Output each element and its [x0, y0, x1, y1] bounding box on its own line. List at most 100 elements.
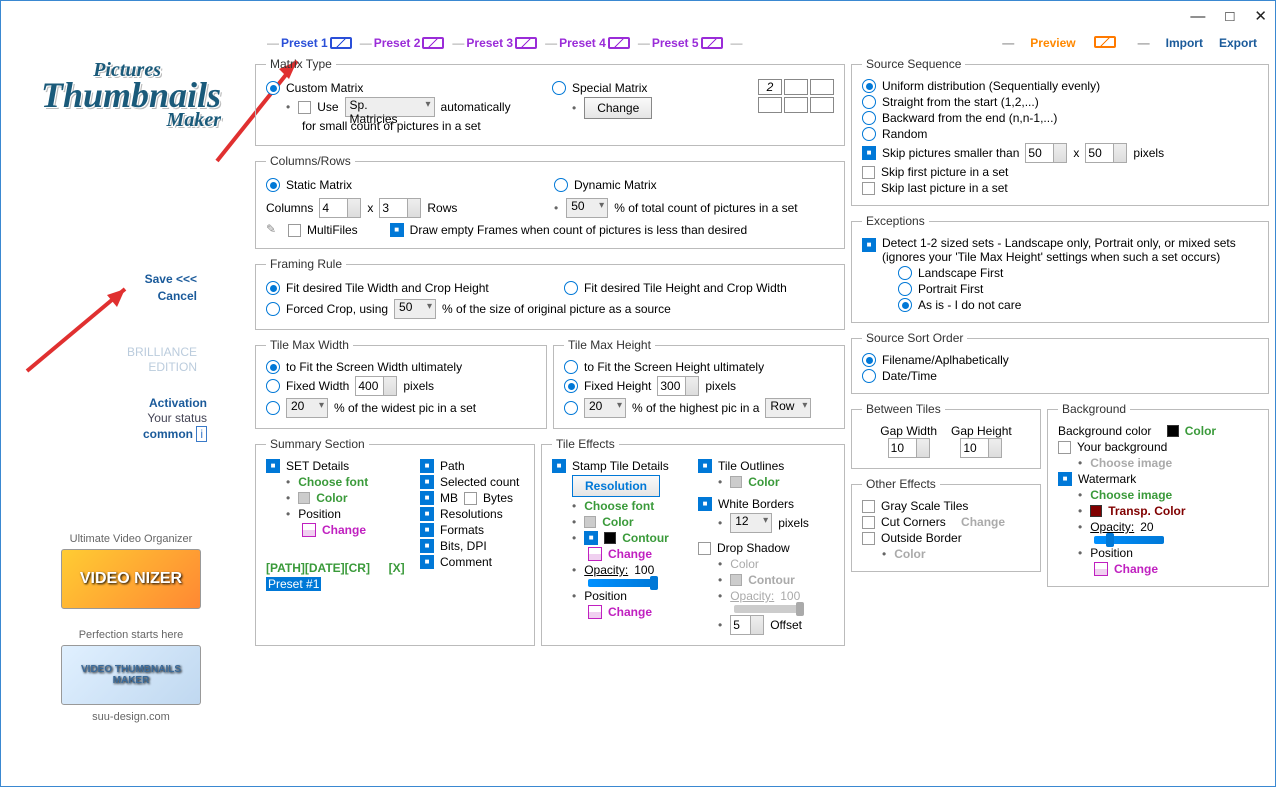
choose-font-link[interactable]: Choose font: [584, 499, 654, 513]
dynamic-pct[interactable]: 50: [566, 198, 608, 218]
forced-crop-radio[interactable]: [266, 302, 280, 316]
preset-name-input[interactable]: Preset #1: [266, 577, 321, 591]
skip-h[interactable]: 50: [1085, 143, 1127, 163]
tmh-fit-radio[interactable]: [564, 360, 578, 374]
uniform-radio[interactable]: [862, 79, 876, 93]
start-radio[interactable]: [862, 95, 876, 109]
resolution-button[interactable]: Resolution: [572, 475, 660, 497]
skip-w[interactable]: 50: [1025, 143, 1067, 163]
tmh-pct-radio[interactable]: [564, 401, 578, 415]
tmw-fit-radio[interactable]: [266, 360, 280, 374]
comment-check[interactable]: [420, 555, 434, 569]
bytes-check[interactable]: [464, 492, 477, 505]
tmh-row-dd[interactable]: Row: [765, 398, 811, 418]
transp-link[interactable]: Transp. Color: [1108, 504, 1185, 518]
end-radio[interactable]: [862, 111, 876, 125]
yourbg-check[interactable]: [1058, 441, 1071, 454]
contour-swatch[interactable]: [730, 574, 742, 586]
tmh-value[interactable]: 300: [657, 376, 699, 396]
color-swatch[interactable]: [730, 476, 742, 488]
rows-input[interactable]: 3: [379, 198, 421, 218]
color-link[interactable]: Color: [602, 515, 633, 529]
detect-check[interactable]: [862, 238, 876, 252]
opacity-slider[interactable]: [588, 579, 658, 587]
preset-5[interactable]: Preset 5: [652, 36, 729, 50]
mb-check[interactable]: [420, 491, 434, 505]
site-link[interactable]: suu-design.com: [7, 711, 255, 723]
bg-swatch[interactable]: [1167, 425, 1179, 437]
tmh-fixed-radio[interactable]: [564, 379, 578, 393]
ad-banner[interactable]: VIDEO THUMBNAILS MAKER: [61, 645, 201, 705]
stamp-check[interactable]: [552, 459, 566, 473]
white-borders-check[interactable]: [698, 497, 712, 511]
use-check[interactable]: [298, 101, 311, 114]
preview-button[interactable]: Preview: [1030, 36, 1075, 50]
drop-shadow-check[interactable]: [698, 542, 711, 555]
wm-opacity-slider[interactable]: [1094, 536, 1164, 544]
minimize-button[interactable]: —: [1190, 8, 1205, 25]
preset-2[interactable]: Preset 2: [374, 36, 451, 50]
skip-first-check[interactable]: [862, 166, 875, 179]
res-check[interactable]: [420, 507, 434, 521]
bits-check[interactable]: [420, 539, 434, 553]
dynamic-matrix-radio[interactable]: [554, 178, 568, 192]
random-radio[interactable]: [862, 127, 876, 141]
wb-width[interactable]: 12: [730, 513, 772, 533]
preset-1[interactable]: Preset 1: [281, 36, 358, 50]
preset-3[interactable]: Preset 3: [466, 36, 543, 50]
tmw-pct[interactable]: 20: [286, 398, 328, 418]
color-swatch[interactable]: [298, 492, 310, 504]
transp-swatch[interactable]: [1090, 505, 1102, 517]
change-link[interactable]: Change: [322, 523, 366, 537]
tmw-fixed-radio[interactable]: [266, 379, 280, 393]
selcount-check[interactable]: [420, 475, 434, 489]
forced-pct[interactable]: 50: [394, 299, 436, 319]
color-swatch[interactable]: [584, 516, 596, 528]
outside-border-check[interactable]: [862, 532, 875, 545]
columns-input[interactable]: 4: [319, 198, 361, 218]
tmw-value[interactable]: 400: [355, 376, 397, 396]
contour-check[interactable]: [584, 531, 598, 545]
set-details-check[interactable]: [266, 459, 280, 473]
import-button[interactable]: Import: [1166, 36, 1203, 50]
preset-4[interactable]: Preset 4: [559, 36, 636, 50]
tmh-pct[interactable]: 20: [584, 398, 626, 418]
fit-height-radio[interactable]: [564, 281, 578, 295]
info-icon[interactable]: i: [196, 426, 207, 442]
skip-last-check[interactable]: [862, 182, 875, 195]
cancel-button[interactable]: Cancel: [158, 289, 197, 303]
gap-width[interactable]: 10: [888, 438, 930, 458]
contour-link[interactable]: Contour: [622, 531, 669, 545]
color-link[interactable]: Color: [748, 475, 779, 489]
choose-font-link[interactable]: Choose font: [298, 475, 368, 489]
cutcorners-check[interactable]: [862, 516, 875, 529]
portrait-radio[interactable]: [898, 282, 912, 296]
matrices-dropdown[interactable]: Sp. Matricies: [345, 97, 435, 117]
choose-image-link[interactable]: Choose image: [1090, 488, 1172, 502]
export-button[interactable]: Export: [1219, 36, 1257, 50]
filename-radio[interactable]: [862, 353, 876, 367]
grayscale-check[interactable]: [862, 500, 875, 513]
color-link[interactable]: Color: [1185, 424, 1216, 438]
static-matrix-radio[interactable]: [266, 178, 280, 192]
special-matrix-radio[interactable]: [552, 81, 566, 95]
formats-check[interactable]: [420, 523, 434, 537]
save-button[interactable]: Save <<<: [145, 272, 197, 286]
draw-empty-check[interactable]: [390, 223, 404, 237]
asis-radio[interactable]: [898, 298, 912, 312]
offset-input[interactable]: 5: [730, 615, 764, 635]
custom-matrix-radio[interactable]: [266, 81, 280, 95]
date-radio[interactable]: [862, 369, 876, 383]
ad-banner[interactable]: VIDEO NIZER: [61, 549, 201, 609]
change-link[interactable]: Change: [608, 605, 652, 619]
macro-x[interactable]: [X]: [389, 561, 405, 575]
skip-small-check[interactable]: [862, 146, 876, 160]
landscape-radio[interactable]: [898, 266, 912, 280]
path-check[interactable]: [420, 459, 434, 473]
close-button[interactable]: ✕: [1254, 7, 1267, 25]
gap-height[interactable]: 10: [960, 438, 1002, 458]
multifiles-check[interactable]: [288, 224, 301, 237]
tmw-pct-radio[interactable]: [266, 401, 280, 415]
maximize-button[interactable]: □: [1225, 8, 1234, 25]
color-link[interactable]: Color: [316, 491, 347, 505]
